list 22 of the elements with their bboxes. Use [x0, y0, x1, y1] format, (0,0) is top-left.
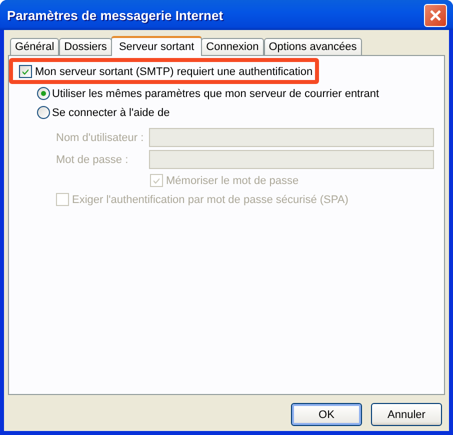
window-title: Paramètres de messagerie Internet: [7, 8, 224, 22]
field-label: Nom d'utilisateur :: [56, 132, 145, 144]
tab[interactable]: Serveur sortant: [110, 36, 202, 56]
tab[interactable]: Connexion: [201, 38, 264, 55]
radio-button[interactable]: [37, 106, 50, 119]
tab[interactable]: Options avancées: [264, 38, 362, 55]
checkbox[interactable]: [19, 65, 32, 78]
tab[interactable]: Général: [10, 38, 60, 55]
close-icon: [429, 8, 442, 22]
check-icon: [20, 66, 31, 77]
tab[interactable]: Dossiers: [59, 38, 112, 55]
field-label: Mot de passe :: [56, 154, 130, 166]
close-button[interactable]: [424, 4, 447, 26]
checkbox-label: Mon serveur sortant (SMTP) requiert une authentification: [35, 66, 313, 78]
radio-button[interactable]: [37, 87, 50, 100]
checkbox-label: Exiger l'authentification par mot de passe sécurisé (SPA): [72, 194, 348, 206]
check-icon: [151, 175, 162, 186]
dialog-button[interactable]: OK: [291, 403, 362, 426]
dialog-button[interactable]: Annuler: [371, 403, 442, 426]
checkbox-label: Mémoriser le mot de passe: [166, 174, 299, 186]
radio-label: Utiliser les mêmes paramètres que mon serveur de courrier entrant: [52, 88, 380, 100]
radio-label: Se connecter à l'aide de: [52, 106, 170, 118]
